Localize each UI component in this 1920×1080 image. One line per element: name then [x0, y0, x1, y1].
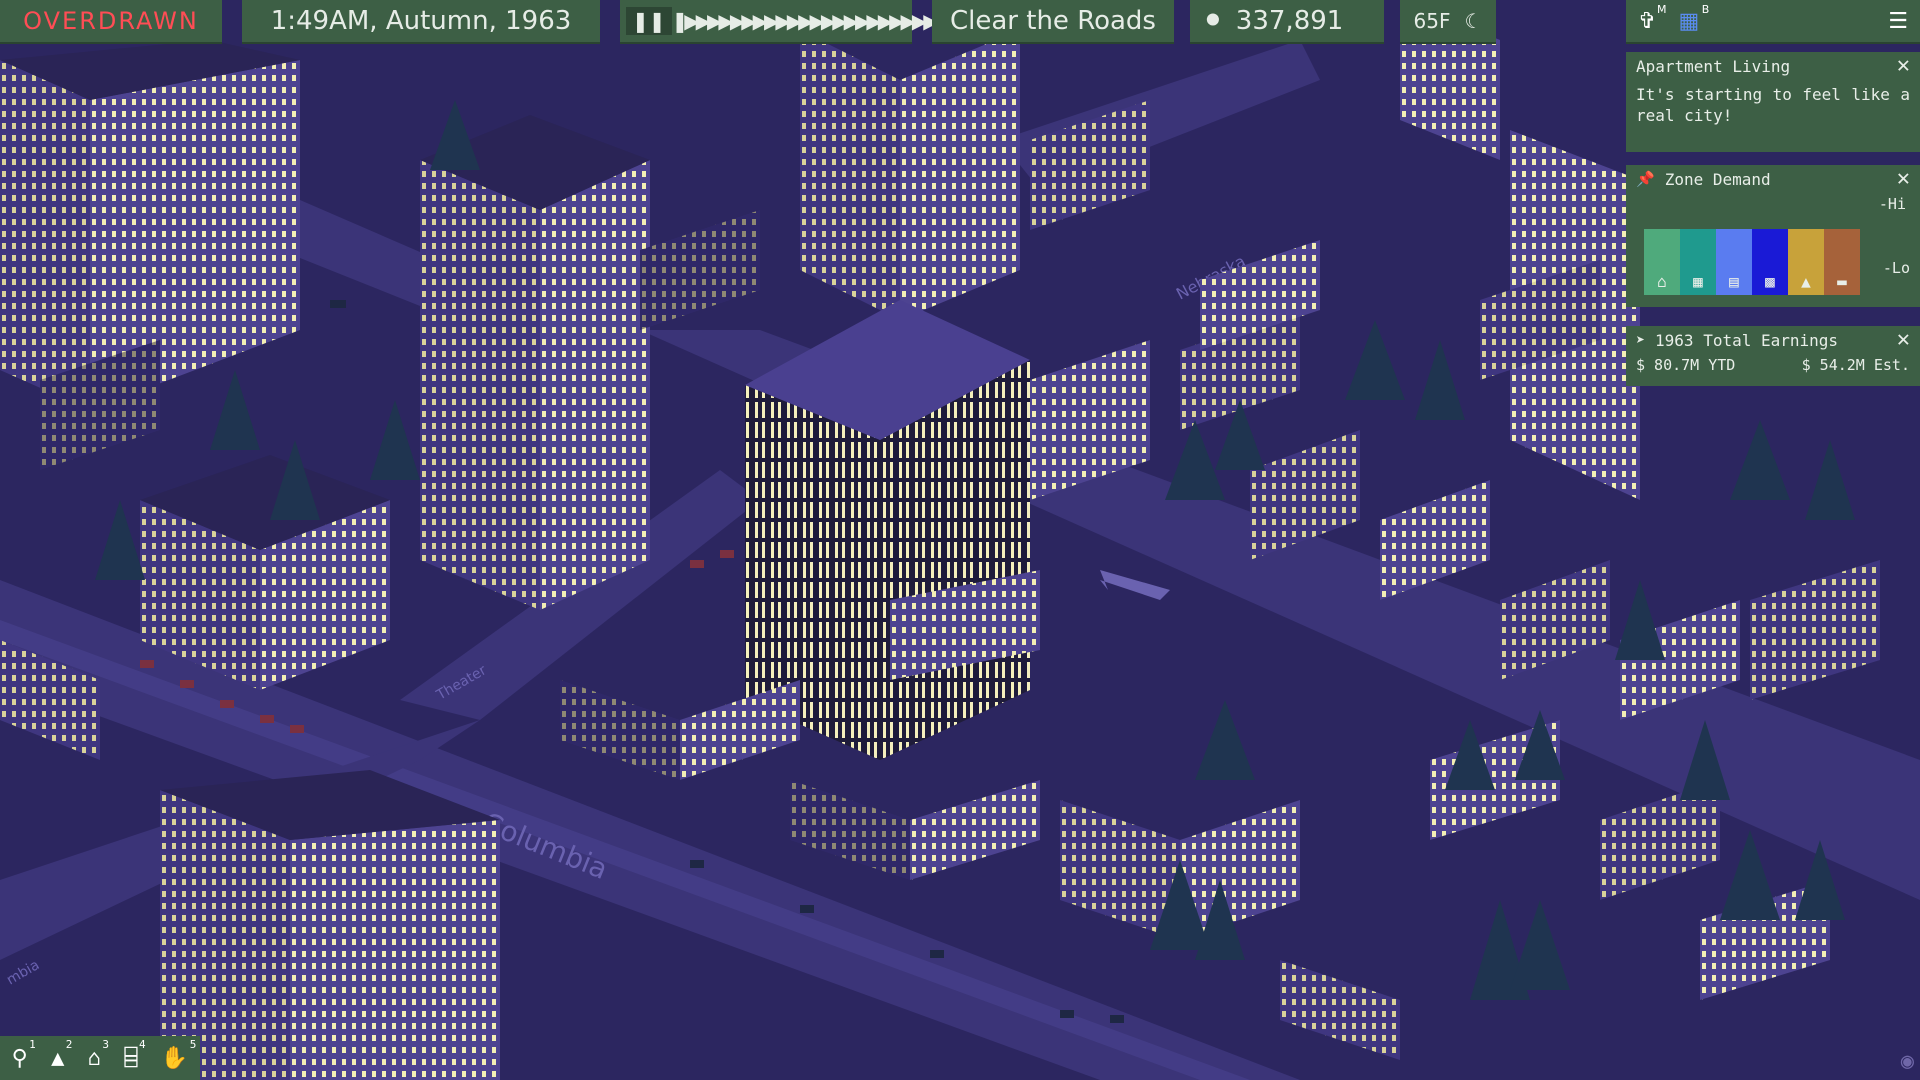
- moon-icon: ☾: [1464, 9, 1483, 33]
- city-map-view[interactable]: Columbia Joliet Nebraska Theater mbia: [0, 0, 1920, 1080]
- top-right-toolbar: ✞ M ▦ B ☰: [1626, 0, 1920, 44]
- traffic-cone-icon[interactable]: ▲ 2: [51, 1038, 72, 1071]
- speed-4-button[interactable]: ▶▶▶▶: [764, 9, 813, 33]
- speed-3-button[interactable]: ▶▶▶: [730, 9, 768, 33]
- earnings-ytd: $ 80.7M YTD: [1636, 356, 1736, 374]
- demand-bars: ⌂ ▦ ▤ ▩ ▲ ▬: [1644, 185, 1868, 295]
- close-icon[interactable]: ✕: [1897, 168, 1910, 190]
- government-icon[interactable]: ⌸ 4: [124, 1038, 145, 1071]
- money-status[interactable]: OVERDRAWN: [0, 0, 222, 44]
- demand-bar-commercial-high: ▩: [1752, 229, 1788, 295]
- earnings-est: $ 54.2M Est.: [1801, 356, 1910, 374]
- population-display[interactable]: ⚫ 337,891: [1190, 0, 1384, 44]
- current-goal[interactable]: Clear the Roads: [932, 0, 1174, 44]
- money-label: OVERDRAWN: [23, 7, 199, 35]
- factory-icon: ▲: [1801, 272, 1811, 291]
- earnings-header: ➤ 1963 Total Earnings ✕: [1626, 326, 1920, 354]
- advice-text: It's starting to feel like a real city!: [1636, 85, 1910, 125]
- house-icon[interactable]: ⌂ 3: [88, 1038, 109, 1071]
- demand-hi-label: -Hi: [1878, 195, 1906, 213]
- bottom-toolbar: ⚲ 1 ▲ 2 ⌂ 3 ⌸ 4 ✋ 5: [0, 1036, 200, 1080]
- grid-tool-icon[interactable]: ▦ B: [1678, 3, 1709, 34]
- speed-controls: ❚❚ ❚▶ ▶ ▶▶ ▶▶▶ ▶▶▶▶ ▶▶▶▶▶ ▶▶▶▶▶▶: [620, 0, 939, 44]
- speed-1-button[interactable]: ▶: [696, 9, 712, 33]
- date-time-display: 1:49AM, Autumn, 1963: [242, 0, 600, 44]
- demand-bar-residential-high: ▦: [1680, 229, 1716, 295]
- heavy-factory-icon: ▬: [1837, 272, 1847, 291]
- weather-display[interactable]: 65F ☾: [1400, 0, 1496, 44]
- person-icon: ⚫: [1202, 6, 1224, 36]
- speed-5-button[interactable]: ▶▶▶▶▶: [810, 9, 871, 33]
- pin-tool-icon[interactable]: ✞ M: [1638, 3, 1666, 34]
- close-icon[interactable]: ✕: [1897, 329, 1910, 351]
- speed-2-button[interactable]: ▶▶: [707, 9, 734, 33]
- goal-text: Clear the Roads: [950, 6, 1156, 36]
- apartment-icon: ▦: [1693, 272, 1703, 291]
- eye-icon[interactable]: ◉: [1901, 1049, 1914, 1074]
- hand-money-icon[interactable]: ✋ 5: [161, 1038, 196, 1071]
- population-count: 337,891: [1235, 6, 1344, 36]
- office-icon: ▩: [1765, 272, 1775, 291]
- pause-button[interactable]: ❚❚: [626, 7, 672, 35]
- demand-bar-commercial-low: ▤: [1716, 229, 1752, 295]
- step-button[interactable]: ❚▶: [672, 9, 700, 33]
- temperature-text: 65F: [1413, 9, 1451, 33]
- advice-title: Apartment Living: [1636, 56, 1791, 76]
- close-icon[interactable]: ✕: [1897, 55, 1910, 77]
- money-icon: ➤: [1636, 331, 1646, 349]
- demand-bar-residential-low: ⌂: [1644, 229, 1680, 295]
- earnings-row: $ 80.7M YTD $ 54.2M Est.: [1626, 354, 1920, 376]
- zone-demand-panel: 📌 Zone Demand ✕ -Hi -Lo ⌂ ▦ ▤ ▩ ▲ ▬: [1626, 165, 1920, 307]
- advice-header: Apartment Living ✕: [1626, 52, 1920, 80]
- demand-lo-label: -Lo: [1882, 259, 1910, 277]
- demand-bar-industrial-high: ▬: [1824, 229, 1860, 295]
- earnings-panel: ➤ 1963 Total Earnings ✕ $ 80.7M YTD $ 54…: [1626, 326, 1920, 386]
- shop-icon: ▤: [1729, 272, 1739, 291]
- house-icon: ⌂: [1657, 272, 1667, 291]
- advice-panel: Apartment Living ✕ It's starting to feel…: [1626, 52, 1920, 152]
- speed-6-button[interactable]: ▶▶▶▶▶▶: [866, 9, 938, 33]
- magnifier-icon[interactable]: ⚲ 1: [12, 1038, 36, 1071]
- menu-icon[interactable]: ☰: [1888, 9, 1908, 34]
- date-time-text: 1:49AM, Autumn, 1963: [270, 6, 572, 36]
- demand-bar-industrial-low: ▲: [1788, 229, 1824, 295]
- earnings-title: 1963 Total Earnings: [1655, 330, 1839, 350]
